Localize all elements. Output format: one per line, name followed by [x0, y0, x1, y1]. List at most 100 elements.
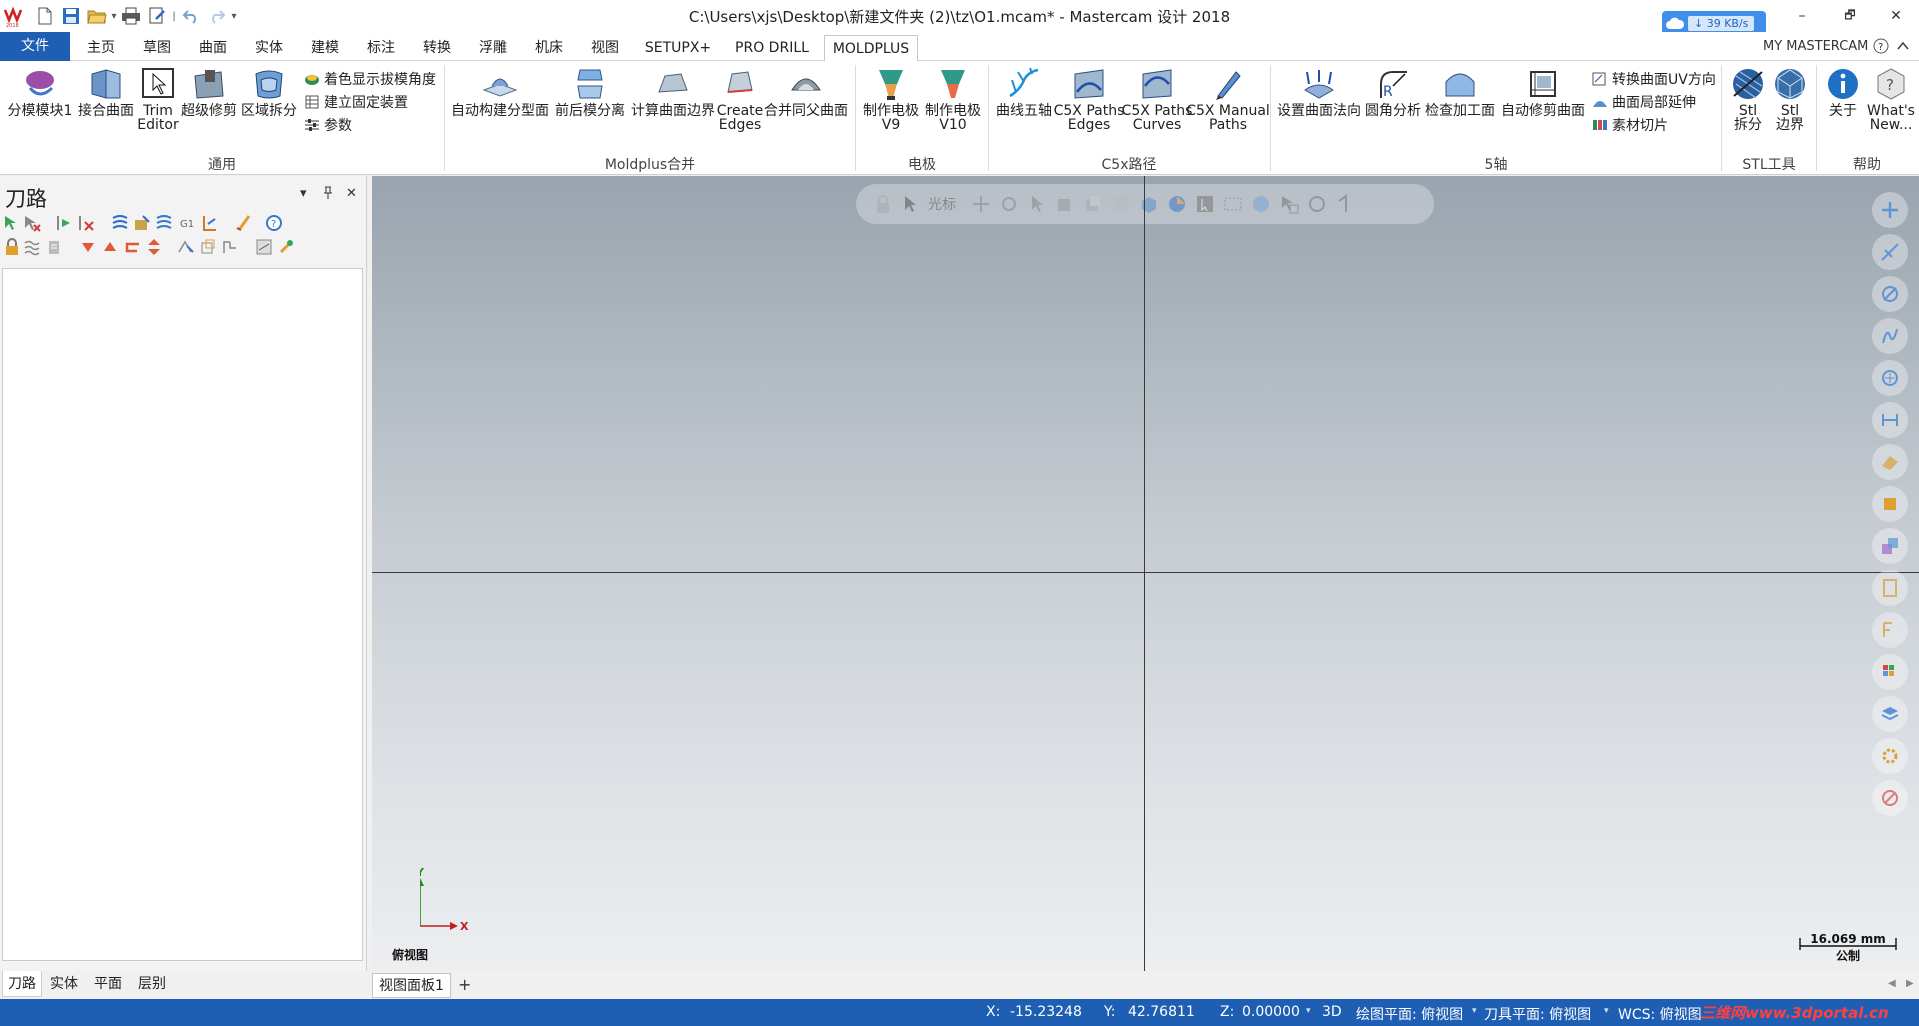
curve-5axis-button[interactable]: 曲线五轴: [994, 66, 1054, 118]
status-construction-plane[interactable]: 绘图平面: 俯视图: [1356, 1004, 1463, 1024]
c5x-paths-curves-button[interactable]: C5X Paths Curves: [1122, 66, 1192, 132]
high-feed-icon[interactable]: [201, 214, 219, 232]
panel-tab-planes[interactable]: 平面: [88, 971, 128, 997]
toolpath-tree[interactable]: [2, 268, 363, 961]
core-cavity-split-button[interactable]: 前后模分离: [552, 66, 628, 118]
show-geometry-icon[interactable]: [199, 238, 217, 256]
build-fixture-button[interactable]: 建立固定装置: [304, 92, 408, 112]
verify-icon[interactable]: [133, 214, 151, 232]
scroll-to-insert-icon[interactable]: [145, 238, 163, 256]
merge-parent-surfaces-button[interactable]: 合并同父曲面: [764, 66, 848, 118]
panel-close-icon[interactable]: ✕: [346, 186, 357, 201]
mask-lines-icon[interactable]: [1872, 234, 1908, 270]
regenerate-all-icon[interactable]: [55, 214, 73, 232]
help-circle-icon[interactable]: ?: [265, 214, 283, 232]
qat-dropdown-icon[interactable]: ▾: [110, 5, 118, 27]
lock-icon[interactable]: [872, 193, 894, 215]
solid-face-icon[interactable]: [1082, 193, 1104, 215]
post-g1-icon[interactable]: G1: [179, 214, 197, 232]
convert-surface-uv-button[interactable]: 转换曲面UV方向: [1592, 69, 1716, 89]
electrode-v9-button[interactable]: 制作电极 V9: [862, 66, 920, 132]
status-3d-mode[interactable]: 3D: [1322, 1004, 1342, 1020]
select-last-icon[interactable]: [1278, 193, 1300, 215]
toggle-post-icon[interactable]: [45, 238, 63, 256]
undo-icon[interactable]: [180, 5, 202, 27]
show-selected-icon[interactable]: [177, 238, 195, 256]
help-icon[interactable]: ?: [1873, 38, 1889, 54]
mask-surfaces-icon[interactable]: [1872, 444, 1908, 480]
status-z-value[interactable]: 0.00000: [1242, 1004, 1300, 1020]
move-insert-down-icon[interactable]: [79, 238, 97, 256]
stl-split-button[interactable]: Stl 拆分: [1728, 66, 1768, 132]
fillet-analysis-button[interactable]: R 圆角分析: [1364, 66, 1422, 118]
mask-entities-icon[interactable]: [1872, 612, 1908, 648]
mask-settings-icon[interactable]: [1872, 738, 1908, 774]
regenerate-dirty-icon[interactable]: [77, 214, 95, 232]
panel-tab-toolpaths[interactable]: 刀路: [2, 971, 42, 997]
backplot-icon[interactable]: [111, 214, 129, 232]
print-preview-icon[interactable]: [146, 5, 168, 27]
collapse-ribbon-icon[interactable]: [1895, 38, 1911, 54]
mask-meshes-icon[interactable]: [1872, 486, 1908, 522]
window-select-icon[interactable]: [1222, 193, 1244, 215]
tab-sketch[interactable]: 草图: [134, 35, 180, 61]
status-tool-plane[interactable]: 刀具平面: 俯视图: [1484, 1004, 1591, 1024]
mask-points-icon[interactable]: [1872, 192, 1908, 228]
close-button[interactable]: ✕: [1873, 0, 1919, 32]
my-mastercam-link[interactable]: MY MASTERCAM: [1763, 39, 1868, 54]
mask-solids-icon[interactable]: [1872, 360, 1908, 396]
verify-selection-icon[interactable]: [1250, 193, 1272, 215]
auto-trim-surfaces-button[interactable]: 自动修剪曲面: [1498, 66, 1588, 118]
select-by-color-icon[interactable]: [1194, 193, 1216, 215]
lock-icon[interactable]: [3, 238, 21, 256]
move-insert-up-icon[interactable]: [101, 238, 119, 256]
minimize-button[interactable]: –: [1779, 0, 1825, 32]
tab-pro-drill[interactable]: PRO DRILL: [728, 35, 816, 61]
region-split-button[interactable]: 区域拆分: [240, 66, 298, 118]
mask-levels-icon[interactable]: [1872, 696, 1908, 732]
tplane-dropdown-icon[interactable]: ▾: [1604, 1006, 1609, 1016]
tab-moldplus[interactable]: MOLDPLUS: [824, 35, 918, 62]
save-icon[interactable]: [60, 5, 82, 27]
open-folder-icon[interactable]: [86, 5, 108, 27]
solid-edge-icon[interactable]: [1138, 193, 1160, 215]
mask-colors-icon[interactable]: [1872, 654, 1908, 690]
parameters-button[interactable]: 参数: [304, 115, 352, 135]
simulate-icon[interactable]: [155, 214, 173, 232]
select-all-icon[interactable]: [1306, 193, 1328, 215]
mask-dimensions-icon[interactable]: [1872, 402, 1908, 438]
auto-parting-surface-button[interactable]: 自动构建分型面: [451, 66, 549, 118]
tab-setupx[interactable]: SETUPX+: [638, 35, 718, 61]
scroll-left-icon[interactable]: ◀: [1888, 978, 1896, 989]
tab-machine[interactable]: 机床: [526, 35, 572, 61]
tab-view[interactable]: 视图: [582, 35, 628, 61]
compute-surface-boundary-button[interactable]: 计算曲面边界: [630, 66, 716, 118]
shade-draft-angle-button[interactable]: 着色显示拔模角度: [304, 69, 436, 89]
status-z-dropdown-icon[interactable]: ▾: [1306, 1006, 1311, 1016]
electrode-v10-button[interactable]: 制作电极 V10: [924, 66, 982, 132]
c5x-manual-paths-button[interactable]: C5X Manual Paths: [1186, 66, 1270, 132]
tab-surfaces[interactable]: 曲面: [190, 35, 236, 61]
cursor-select-icon[interactable]: [900, 193, 922, 215]
solid-select-icon[interactable]: [1054, 193, 1076, 215]
cursor-mode-label[interactable]: 光标: [928, 194, 956, 214]
scroll-right-icon[interactable]: ▶: [1906, 978, 1914, 989]
solid-loop-icon[interactable]: [1166, 193, 1188, 215]
snap-settings-icon[interactable]: [998, 193, 1020, 215]
redo-icon[interactable]: [206, 5, 228, 27]
tab-model[interactable]: 建模: [302, 35, 348, 61]
insert-after-icon[interactable]: [123, 238, 141, 256]
check-machining-surfaces-button[interactable]: 检查加工面: [1424, 66, 1496, 118]
viewsheet-tab-1[interactable]: 视图面板1: [372, 973, 451, 998]
create-edges-button[interactable]: Create Edges: [717, 66, 763, 132]
panel-menu-icon[interactable]: ▾: [300, 186, 307, 201]
delete-ops-icon[interactable]: [235, 214, 253, 232]
mask-arcs-icon[interactable]: [1872, 276, 1908, 312]
tab-file[interactable]: 文件: [0, 32, 70, 61]
whats-new-button[interactable]: ? What's New...: [1866, 66, 1916, 132]
snap-icon[interactable]: [970, 193, 992, 215]
tab-transform[interactable]: 转换: [414, 35, 460, 61]
join-surfaces-button[interactable]: 接合曲面: [76, 66, 136, 118]
toggle-display-icon[interactable]: [23, 238, 41, 256]
cplane-dropdown-icon[interactable]: ▾: [1472, 1006, 1477, 1016]
